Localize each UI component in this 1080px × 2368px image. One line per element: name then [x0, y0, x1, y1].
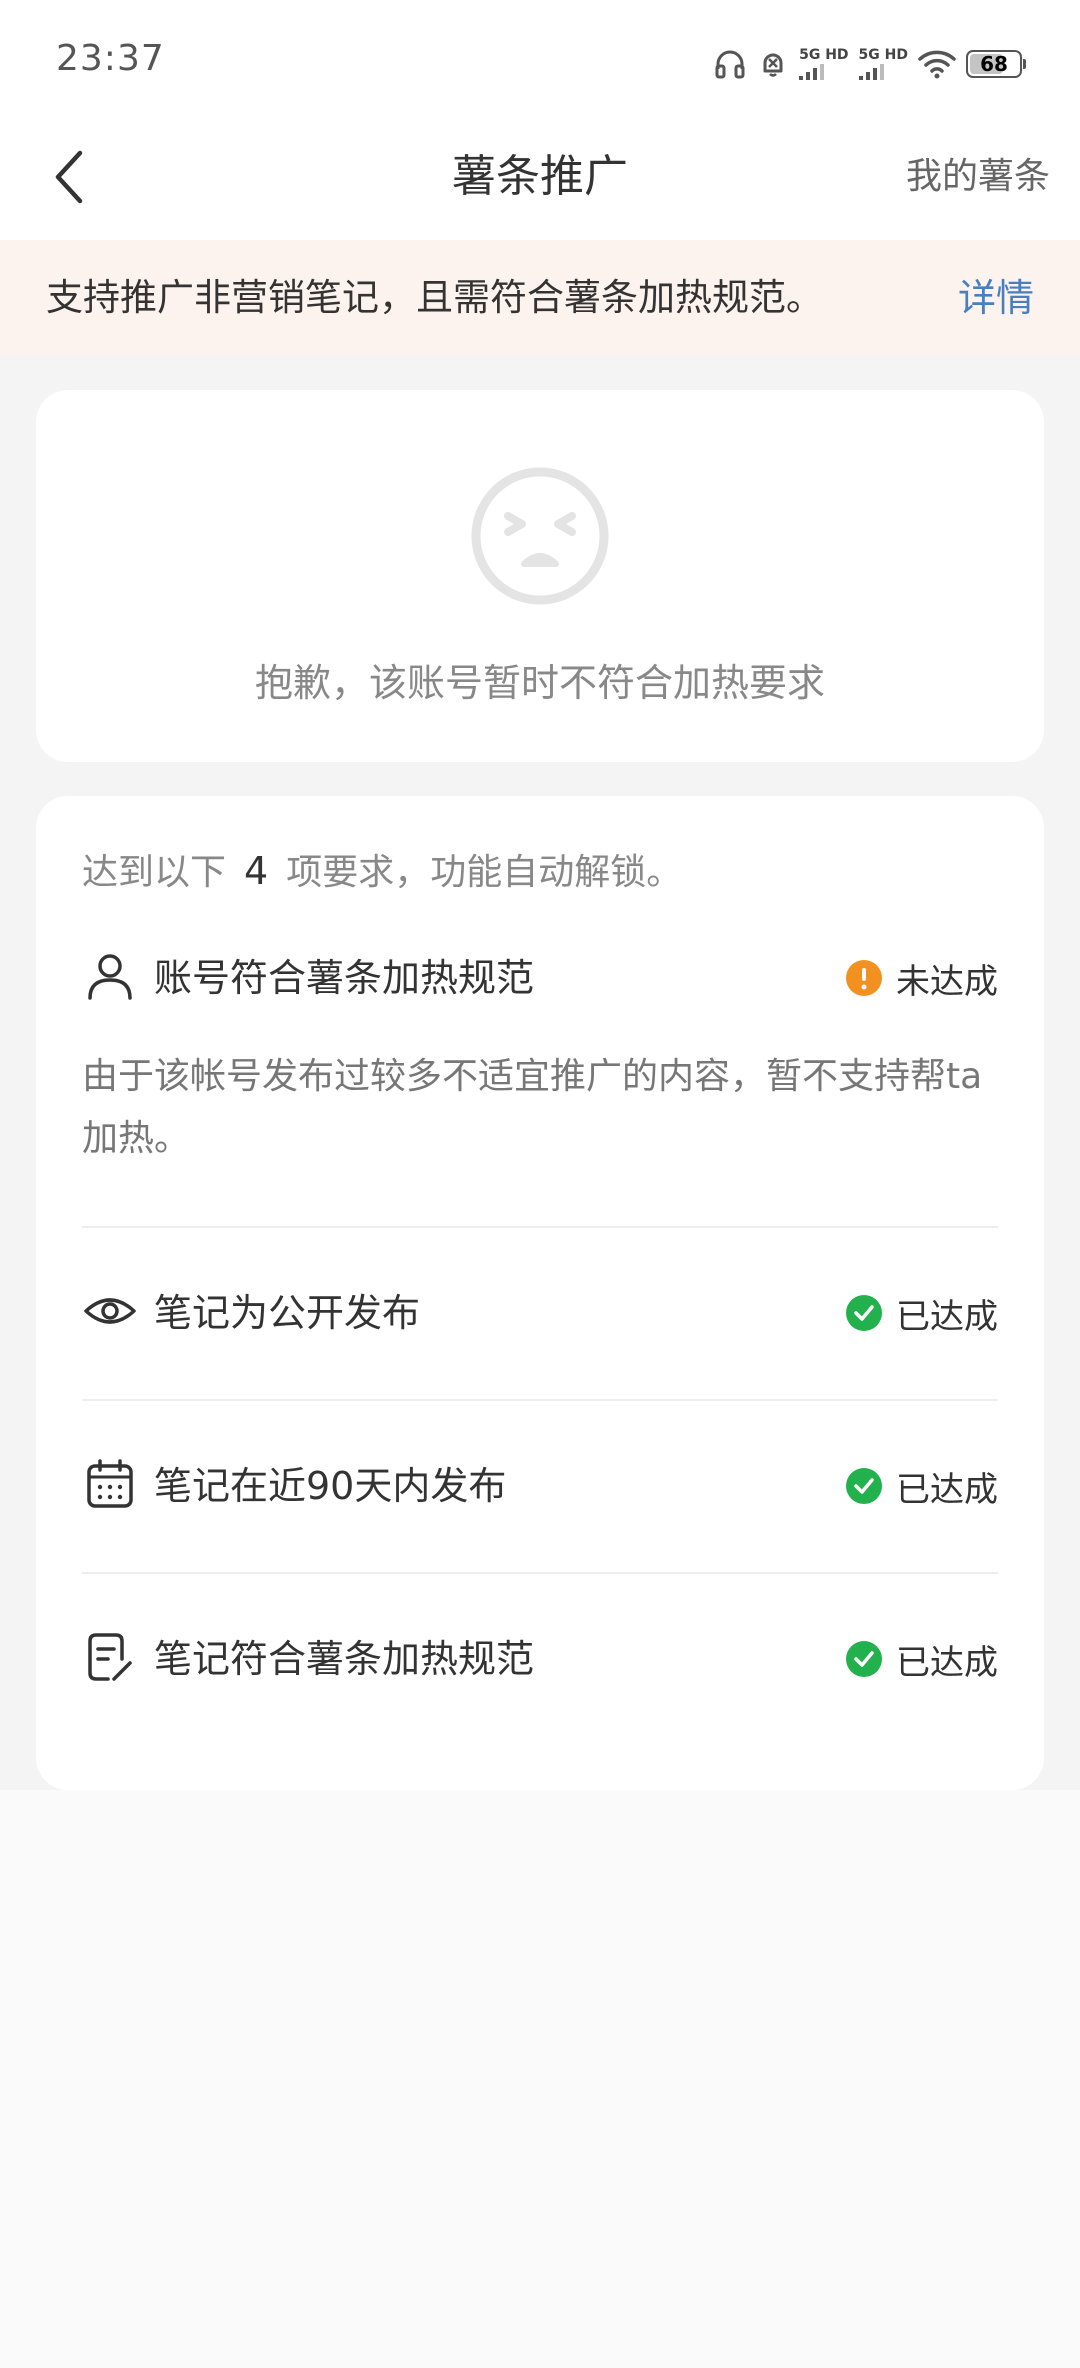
mute-bell-icon [757, 48, 789, 80]
requirement-label: 笔记符合薯条加热规范 [154, 1637, 535, 1681]
check-icon [846, 1641, 882, 1677]
check-icon [846, 1468, 882, 1504]
requirement-label: 账号符合薯条加热规范 [154, 956, 535, 1000]
signal-sim2-icon: 5G HD [858, 48, 908, 80]
requirement-label: 笔记为公开发布 [154, 1291, 421, 1335]
requirement-status: 已达成 [846, 1619, 998, 1699]
status-text: 未达成 [896, 961, 998, 1002]
requirement-status: 未达成 [846, 938, 998, 1018]
status-time: 23:37 [56, 38, 165, 79]
headphones-icon [713, 47, 747, 81]
ineligible-message: 抱歉，该账号暂时不符合加热要求 [254, 661, 825, 705]
notice-banner: 支持推广非营销笔记，且需符合薯条加热规范。 详情 [0, 240, 1080, 356]
requirement-public-note: 笔记为公开发布 已达成 [82, 1273, 998, 1353]
person-icon [88, 954, 132, 1000]
battery-icon: 68 [966, 50, 1022, 78]
status-text: 已达成 [896, 1642, 998, 1683]
status-text: 已达成 [896, 1296, 998, 1337]
status-text: 已达成 [896, 1469, 998, 1510]
divider [82, 1226, 998, 1228]
divider [82, 1572, 998, 1574]
requirement-recent-note: 笔记在近90天内发布 已达成 [82, 1446, 998, 1526]
my-shutiao-link[interactable]: 我的薯条 [906, 142, 1050, 212]
requirement-account-compliance: 账号符合薯条加热规范 未达成 [82, 938, 998, 1018]
details-link[interactable]: 详情 [958, 240, 1034, 356]
requirement-status: 已达成 [846, 1446, 998, 1526]
nav-bar: 薯条推广 我的薯条 [0, 120, 1080, 240]
notice-text: 支持推广非营销笔记，且需符合薯条加热规范。 [46, 276, 823, 319]
sad-face-icon [471, 467, 609, 605]
check-icon [846, 1295, 882, 1331]
note-edit-icon [88, 1633, 132, 1681]
requirement-description: 由于该帐号发布过较多不适宜推广的内容，暂不支持帮ta加热。 [82, 1056, 983, 1159]
status-bar: 23:37 5G HD 5G HD 68 [0, 0, 1080, 120]
status-icons: 5G HD 5G HD 68 [713, 44, 1026, 84]
calendar-icon [87, 1459, 133, 1508]
ineligible-card: 抱歉，该账号暂时不符合加热要求 [36, 390, 1044, 762]
warning-icon [846, 960, 882, 996]
requirements-count: 4 [244, 849, 269, 893]
requirement-label: 笔记在近90天内发布 [154, 1464, 507, 1508]
battery-level: 68 [980, 52, 1008, 76]
requirements-header: 达到以下 4 项要求，功能自动解锁。 [82, 849, 683, 893]
requirement-note-compliance: 笔记符合薯条加热规范 已达成 [82, 1619, 998, 1699]
eye-icon [84, 1298, 136, 1324]
signal-sim1-icon: 5G HD [799, 48, 849, 80]
requirement-status: 已达成 [846, 1273, 998, 1353]
wifi-icon [918, 49, 956, 79]
requirements-card: 达到以下 4 项要求，功能自动解锁。 账号符合薯条加热规范 未达成 由于该帐号发布过… [36, 796, 1044, 1790]
divider [82, 1399, 998, 1401]
